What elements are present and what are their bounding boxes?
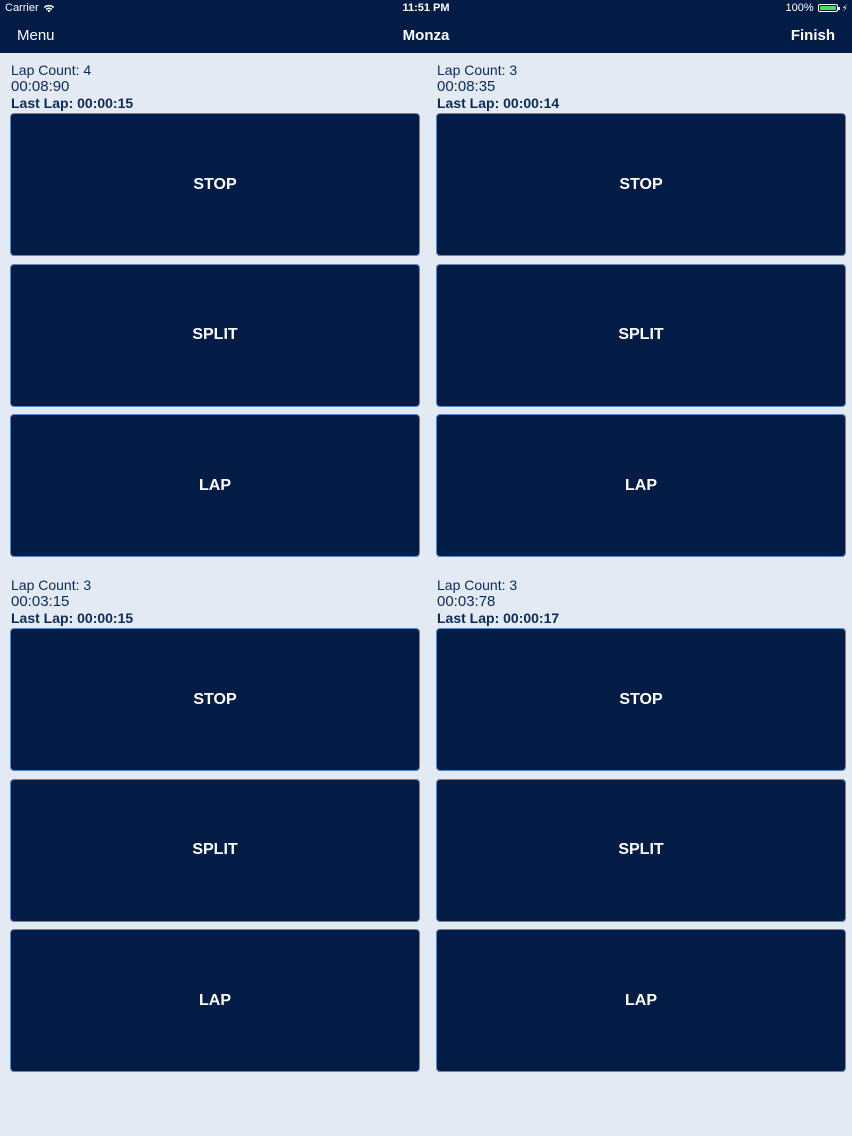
status-right: 100% ⚡ <box>786 2 848 14</box>
page-title: Monza <box>402 27 450 44</box>
split-button[interactable]: SPLIT <box>436 263 846 407</box>
lap-count: Lap Count: 3 <box>437 62 518 78</box>
stop-button[interactable]: STOP <box>436 628 846 771</box>
timer-panel: Lap Count: 3 00:03:78 Last Lap: 00:00:17… <box>436 568 846 1080</box>
timer-panel: Lap Count: 3 00:08:35 Last Lap: 00:00:14… <box>436 53 846 565</box>
lap-button[interactable]: LAP <box>10 929 420 1072</box>
elapsed-time: 00:08:35 <box>437 77 496 95</box>
split-button[interactable]: SPLIT <box>10 778 420 922</box>
timer-info: Lap Count: 3 00:03:78 Last Lap: 00:00:17 <box>436 568 846 628</box>
elapsed-time: 00:03:78 <box>437 592 496 610</box>
split-button[interactable]: SPLIT <box>10 263 420 407</box>
finish-button[interactable]: Finish <box>791 27 835 44</box>
stop-button[interactable]: STOP <box>10 628 420 771</box>
timer-info: Lap Count: 3 00:08:35 Last Lap: 00:00:14 <box>436 53 846 113</box>
status-bar: Carrier 11:51 PM 100% ⚡ <box>0 0 852 17</box>
battery-percent: 100% <box>785 2 814 14</box>
last-lap: Last Lap: 00:00:17 <box>437 610 560 626</box>
elapsed-time: 00:03:15 <box>11 592 70 610</box>
timer-info: Lap Count: 3 00:03:15 Last Lap: 00:00:15 <box>10 568 420 628</box>
last-lap: Last Lap: 00:00:15 <box>11 610 134 626</box>
last-lap: Last Lap: 00:00:15 <box>11 95 134 111</box>
battery-icon <box>817 4 840 12</box>
elapsed-time: 00:08:90 <box>11 77 70 95</box>
battery-level <box>819 6 836 10</box>
last-lap: Last Lap: 00:00:14 <box>437 95 560 111</box>
charging-icon: ⚡ <box>841 2 848 13</box>
status-time: 11:51 PM <box>402 2 450 14</box>
timer-info: Lap Count: 4 00:08:90 Last Lap: 00:00:15 <box>10 53 420 113</box>
split-button[interactable]: SPLIT <box>436 778 846 922</box>
lap-count: Lap Count: 3 <box>437 577 518 593</box>
lap-button[interactable]: LAP <box>436 414 846 557</box>
timer-panel: Lap Count: 3 00:03:15 Last Lap: 00:00:15… <box>10 568 420 1080</box>
stop-button[interactable]: STOP <box>436 113 846 256</box>
navigation-bar: Menu Monza Finish <box>0 17 852 53</box>
lap-count: Lap Count: 4 <box>11 62 92 78</box>
lap-count: Lap Count: 3 <box>11 577 92 593</box>
lap-button[interactable]: LAP <box>436 929 846 1072</box>
stop-button[interactable]: STOP <box>10 113 420 256</box>
timer-panel: Lap Count: 4 00:08:90 Last Lap: 00:00:15… <box>10 53 420 565</box>
lap-button[interactable]: LAP <box>10 414 420 557</box>
